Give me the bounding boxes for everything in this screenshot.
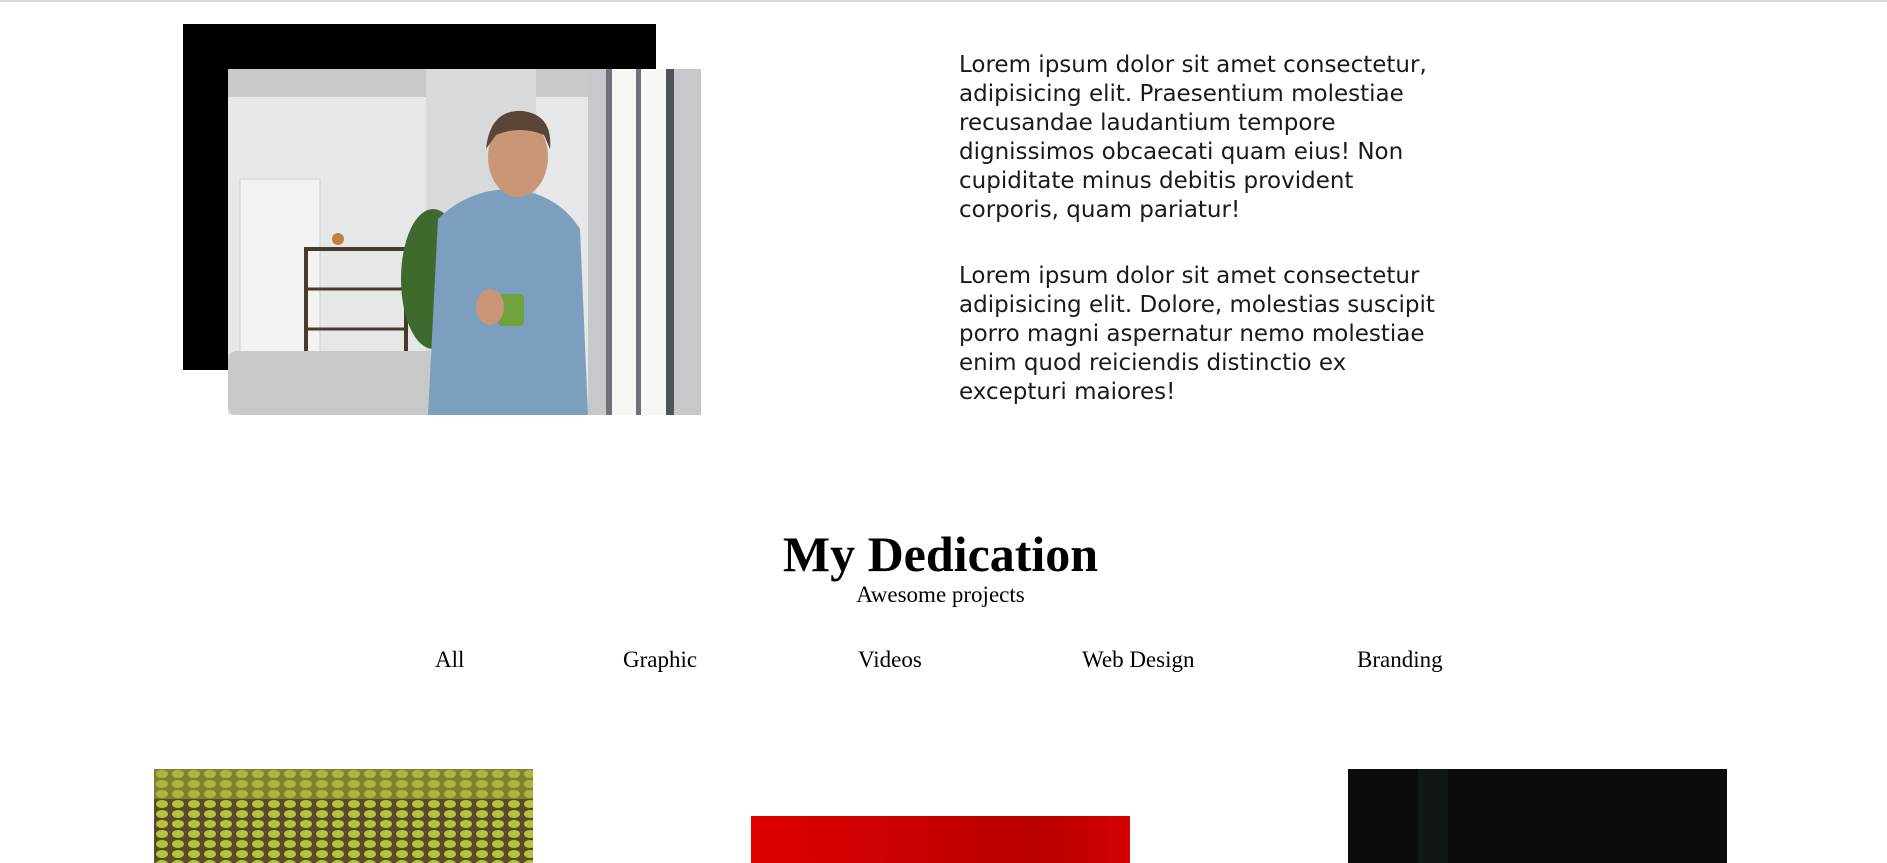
filter-branding[interactable]: Branding [1357, 646, 1443, 674]
filter-graphic[interactable]: Graphic [623, 646, 697, 674]
filter-web-design[interactable]: Web Design [1082, 646, 1194, 674]
project-card-dark[interactable] [1348, 769, 1727, 863]
top-divider [0, 0, 1887, 2]
about-paragraph-1: Lorem ipsum dolor sit amet consectetur, … [959, 52, 1427, 223]
filter-all[interactable]: All [435, 646, 464, 674]
project-card-field[interactable] [154, 769, 533, 863]
filter-videos[interactable]: Videos [858, 646, 922, 674]
section-title: My Dedication [782, 526, 1099, 582]
project-card-red[interactable] [751, 816, 1130, 863]
profile-photo [228, 69, 701, 415]
section-subtitle: Awesome projects [856, 582, 1025, 607]
about-text: Lorem ipsum dolor sit amet consectetur, … [959, 51, 1449, 444]
about-paragraph-2: Lorem ipsum dolor sit amet consectetur a… [959, 263, 1435, 405]
